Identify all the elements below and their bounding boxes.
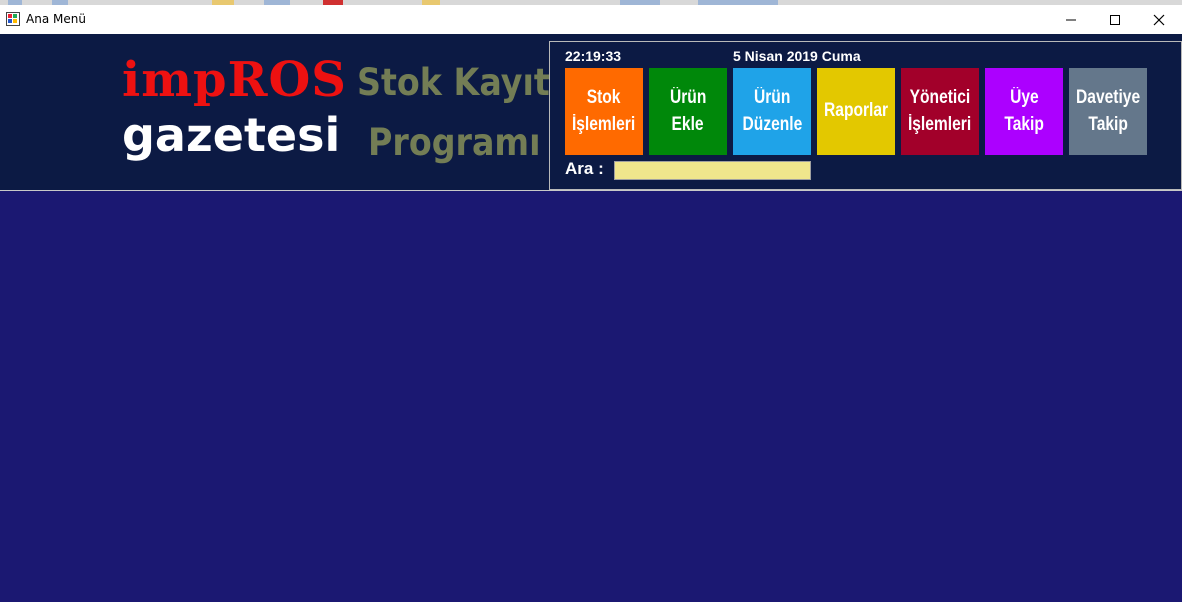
tile-urun-duzenle[interactable]: Ürün Düzenle xyxy=(733,68,811,155)
search-input[interactable] xyxy=(614,161,811,180)
tile-label-line1: Ürün xyxy=(669,86,707,108)
clock-label: 22:19:33 xyxy=(565,48,622,64)
logo-impros: impROS xyxy=(122,52,347,108)
close-icon xyxy=(1153,14,1165,25)
tile-label-line2: Ekle xyxy=(671,113,705,135)
search-label: Ara : xyxy=(565,159,604,178)
tile-label-line1: Üye xyxy=(1009,86,1039,108)
tile-label-line2: İşlemleri xyxy=(908,113,972,135)
tile-raporlar[interactable]: Raporlar xyxy=(817,68,895,155)
app-window-icon xyxy=(6,12,20,26)
menu-panel: 22:19:33 5 Nisan 2019 Cuma Stok İşlemler… xyxy=(549,41,1182,190)
tile-yonetici-islemleri[interactable]: Yönetici İşlemleri xyxy=(901,68,979,155)
close-button[interactable] xyxy=(1136,5,1182,34)
date-label: 5 Nisan 2019 Cuma xyxy=(733,48,861,64)
minimize-icon xyxy=(1066,19,1076,20)
tile-label-line1: Raporlar xyxy=(823,100,889,122)
header-panel: impROS gazetesi Stok Kayıt Programı 22:1… xyxy=(0,34,1182,191)
minimize-button[interactable] xyxy=(1048,5,1094,34)
tile-label-line1: Stok xyxy=(587,86,621,108)
tile-label-line2: Takip xyxy=(1004,113,1044,135)
tile-label-line1: Ürün xyxy=(753,86,791,108)
logo-gazetesi: gazetesi xyxy=(122,108,341,162)
tile-label-line2: Düzenle xyxy=(742,113,802,135)
tile-label-line2: Takip xyxy=(1088,113,1128,135)
tile-label-line1: Yönetici xyxy=(909,86,971,108)
tile-uye-takip[interactable]: Üye Takip xyxy=(985,68,1063,155)
tile-label-line2: İşlemleri xyxy=(572,113,636,135)
maximize-button[interactable] xyxy=(1092,5,1138,34)
program-title-line2: Programı xyxy=(368,121,541,164)
maximize-icon xyxy=(1110,14,1120,25)
window-title: Ana Menü xyxy=(26,12,86,26)
main-content-area xyxy=(0,191,1182,602)
tile-label-line1: Davetiye xyxy=(1075,86,1141,108)
tile-stok-islemleri[interactable]: Stok İşlemleri xyxy=(565,68,643,155)
program-title-line1: Stok Kayıt xyxy=(357,61,550,104)
tile-urun-ekle[interactable]: Ürün Ekle xyxy=(649,68,727,155)
tile-davetiye-takip[interactable]: Davetiye Takip xyxy=(1069,68,1147,155)
title-bar: Ana Menü xyxy=(0,5,1182,34)
